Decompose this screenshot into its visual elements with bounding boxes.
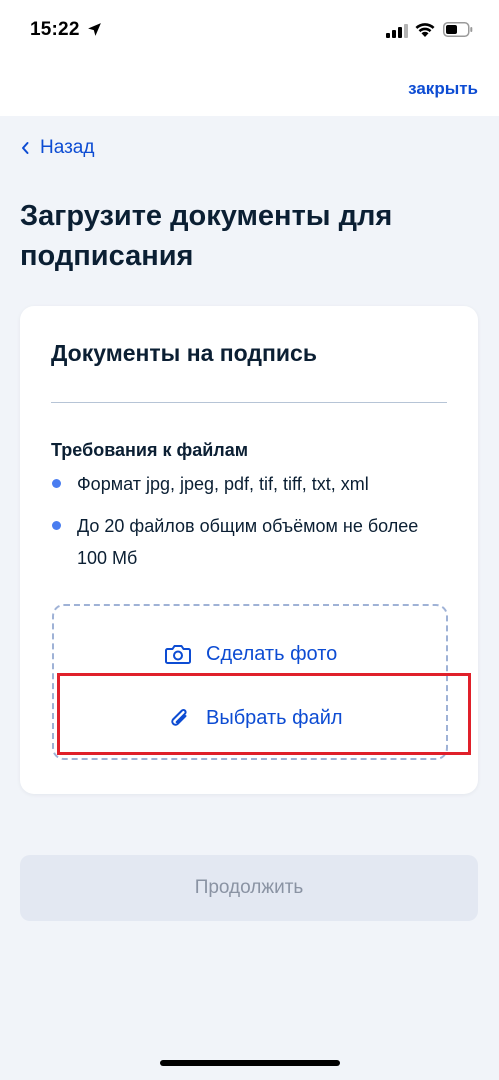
choose-file-label: Выбрать файл (206, 706, 343, 729)
choose-file-button[interactable]: Выбрать файл (164, 704, 343, 732)
requirement-item: Формат jpg, jpeg, pdf, tif, tiff, txt, x… (51, 468, 451, 500)
requirement-item: До 20 файлов общим объёмом не более 100 … (51, 510, 451, 574)
wifi-icon (415, 23, 435, 37)
close-link[interactable]: закрыть (408, 79, 478, 99)
home-indicator (160, 1060, 340, 1066)
paperclip-icon (171, 709, 187, 726)
requirements-title: Требования к файлам (51, 440, 249, 460)
bullet-dot (52, 521, 61, 530)
back-label: Назад (40, 137, 95, 158)
chevron-left-icon (22, 142, 29, 154)
status-time: 15:22 (30, 19, 80, 40)
battery-icon (443, 22, 473, 37)
location-arrow-icon (88, 23, 101, 36)
card-divider (51, 402, 447, 403)
requirement-text: До 20 файлов общим объёмом не более 100 … (77, 516, 419, 568)
camera-icon (165, 645, 191, 664)
card-title: Документы на подпись (51, 340, 317, 366)
cellular-signal-icon (386, 24, 408, 38)
take-photo-button[interactable]: Сделать фото (164, 642, 337, 666)
requirements-list: Формат jpg, jpeg, pdf, tif, tiff, txt, x… (51, 468, 451, 574)
take-photo-label: Сделать фото (206, 642, 338, 665)
requirement-text: Формат jpg, jpeg, pdf, tif, tiff, txt, x… (77, 474, 369, 494)
continue-button[interactable]: Продолжить (20, 855, 478, 921)
page-title: Загрузите документы для подписания (20, 200, 393, 272)
upload-dropzone[interactable]: Сделать фото Выбрать файл (52, 604, 448, 760)
top-bar: 15:22 закрыть (0, 0, 499, 116)
back-link[interactable]: Назад (20, 137, 94, 159)
documents-card: Документы на подпись Требования к файлам… (20, 306, 478, 794)
bullet-dot (52, 479, 61, 488)
